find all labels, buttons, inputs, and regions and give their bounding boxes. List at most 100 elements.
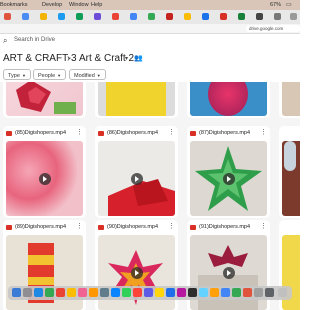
address-bar[interactable]: drive.google.com bbox=[246, 25, 300, 32]
filter-modified-label: Modified bbox=[74, 73, 95, 79]
file-card[interactable] bbox=[279, 126, 300, 218]
file-card[interactable]: (85)Digishopers.mp4 ⋮ bbox=[3, 126, 86, 218]
play-icon[interactable] bbox=[222, 266, 235, 279]
dock-app-icon[interactable] bbox=[144, 288, 153, 297]
file-card[interactable] bbox=[279, 82, 300, 118]
tab-favicon[interactable] bbox=[274, 13, 281, 20]
search-icon[interactable]: ⌕ bbox=[3, 36, 7, 46]
dock-app-icon[interactable] bbox=[56, 288, 65, 297]
chevron-down-icon[interactable]: ▾ bbox=[125, 50, 128, 68]
video-thumbnail bbox=[6, 141, 83, 216]
tab-favicon[interactable] bbox=[130, 13, 137, 20]
tab-favicon[interactable] bbox=[202, 13, 209, 20]
search-input[interactable]: Search in Drive bbox=[14, 37, 55, 43]
video-file-icon bbox=[98, 131, 104, 136]
play-icon[interactable] bbox=[130, 172, 143, 185]
file-card[interactable] bbox=[187, 82, 270, 118]
menu-develop[interactable]: Develop bbox=[42, 0, 62, 10]
more-vert-icon[interactable]: ⋮ bbox=[260, 222, 267, 230]
tab-favicon[interactable] bbox=[256, 13, 263, 20]
tab-favicon[interactable] bbox=[4, 13, 11, 20]
dock-app-icon[interactable] bbox=[122, 288, 131, 297]
dock-app-icon[interactable] bbox=[89, 288, 98, 297]
dock-app-icon[interactable] bbox=[155, 288, 164, 297]
dock-app-icon[interactable] bbox=[166, 288, 175, 297]
tab-favicon[interactable] bbox=[76, 13, 83, 20]
video-thumbnail bbox=[6, 82, 83, 116]
dock-app-icon[interactable] bbox=[177, 288, 186, 297]
dock-app-icon[interactable] bbox=[254, 288, 263, 297]
mac-dock bbox=[8, 286, 292, 300]
dock-app-icon[interactable] bbox=[100, 288, 109, 297]
video-thumbnail bbox=[282, 141, 300, 216]
file-card[interactable]: (87)Digishopers.mp4 ⋮ bbox=[187, 126, 270, 218]
more-vert-icon[interactable]: ⋮ bbox=[76, 222, 83, 230]
more-vert-icon[interactable]: ⋮ bbox=[260, 128, 267, 136]
file-card[interactable] bbox=[3, 82, 86, 118]
filter-people-label: People bbox=[38, 73, 56, 79]
drive-search-bar[interactable]: ⌕ Search in Drive bbox=[0, 34, 300, 48]
video-thumbnail bbox=[190, 141, 267, 216]
chevron-down-icon: ▼ bbox=[21, 73, 26, 78]
tab-favicon[interactable] bbox=[184, 13, 191, 20]
play-icon[interactable] bbox=[38, 172, 51, 185]
video-thumbnail bbox=[98, 141, 175, 216]
tab-favicon[interactable] bbox=[112, 13, 119, 20]
battery-icon: ▭ bbox=[286, 2, 292, 8]
dock-app-icon[interactable] bbox=[232, 288, 241, 297]
dock-app-icon[interactable] bbox=[210, 288, 219, 297]
file-card[interactable]: (86)Digishopers.mp4 ⋮ bbox=[95, 126, 178, 218]
file-name: (89)Digishopers.mp4 bbox=[15, 224, 67, 230]
dock-app-icon[interactable] bbox=[12, 288, 21, 297]
more-vert-icon[interactable]: ⋮ bbox=[168, 128, 175, 136]
menu-window[interactable]: Window bbox=[69, 0, 89, 10]
breadcrumb-parent[interactable]: ART & CRAFT-3 bbox=[3, 50, 77, 68]
file-name: (90)Digishopers.mp4 bbox=[107, 224, 159, 230]
more-vert-icon[interactable]: ⋮ bbox=[76, 128, 83, 136]
dock-app-icon[interactable] bbox=[67, 288, 76, 297]
video-thumbnail bbox=[282, 82, 300, 116]
tab-favicon[interactable] bbox=[220, 13, 227, 20]
video-file-icon bbox=[98, 225, 104, 230]
dock-app-icon[interactable] bbox=[78, 288, 87, 297]
dock-app-icon[interactable] bbox=[34, 288, 43, 297]
tab-favicon[interactable] bbox=[58, 13, 65, 20]
tab-favicon[interactable] bbox=[40, 13, 47, 20]
menu-bookmarks[interactable]: Bookmarks bbox=[0, 0, 28, 10]
dock-app-icon[interactable] bbox=[133, 288, 142, 297]
trash-icon[interactable] bbox=[278, 288, 287, 297]
menu-help[interactable]: Help bbox=[91, 0, 102, 10]
thumbnail-image bbox=[208, 82, 248, 116]
tab-favicon[interactable] bbox=[22, 13, 29, 20]
tab-favicon[interactable] bbox=[148, 13, 155, 20]
video-file-icon bbox=[6, 225, 12, 230]
chevron-down-icon: ▼ bbox=[57, 73, 62, 78]
dock-app-icon[interactable] bbox=[265, 288, 274, 297]
filter-type[interactable]: Type ▼ bbox=[3, 69, 31, 80]
filter-people[interactable]: People ▼ bbox=[33, 69, 67, 80]
more-vert-icon[interactable]: ⋮ bbox=[168, 222, 175, 230]
tab-favicon[interactable] bbox=[166, 13, 173, 20]
filter-type-label: Type bbox=[8, 73, 20, 79]
filter-modified[interactable]: Modified ▼ bbox=[69, 69, 106, 80]
tab-favicon[interactable] bbox=[94, 13, 101, 20]
new-tab-button[interactable] bbox=[290, 13, 297, 20]
shared-folder-icon: 👥 bbox=[134, 55, 143, 62]
dock-app-icon[interactable] bbox=[199, 288, 208, 297]
dock-app-icon[interactable] bbox=[23, 288, 32, 297]
dock-app-icon[interactable] bbox=[111, 288, 120, 297]
tab-strip bbox=[0, 10, 300, 24]
dock-app-icon[interactable] bbox=[221, 288, 230, 297]
mac-menubar: Bookmarks Develop Window Help 67% ▭ bbox=[0, 0, 300, 10]
file-card[interactable] bbox=[95, 82, 178, 118]
dock-app-icon[interactable] bbox=[188, 288, 197, 297]
breadcrumb: ART & CRAFT-3 › Art & Craft 2 ▾ 👥 bbox=[0, 50, 300, 68]
tab-favicon[interactable] bbox=[238, 13, 245, 20]
play-icon[interactable] bbox=[130, 266, 143, 279]
dock-app-icon[interactable] bbox=[243, 288, 252, 297]
dock-app-icon[interactable] bbox=[45, 288, 54, 297]
play-icon[interactable] bbox=[222, 172, 235, 185]
file-name: (86)Digishopers.mp4 bbox=[107, 130, 159, 136]
video-thumbnail bbox=[190, 82, 267, 116]
battery-percent: 67% bbox=[270, 2, 282, 8]
